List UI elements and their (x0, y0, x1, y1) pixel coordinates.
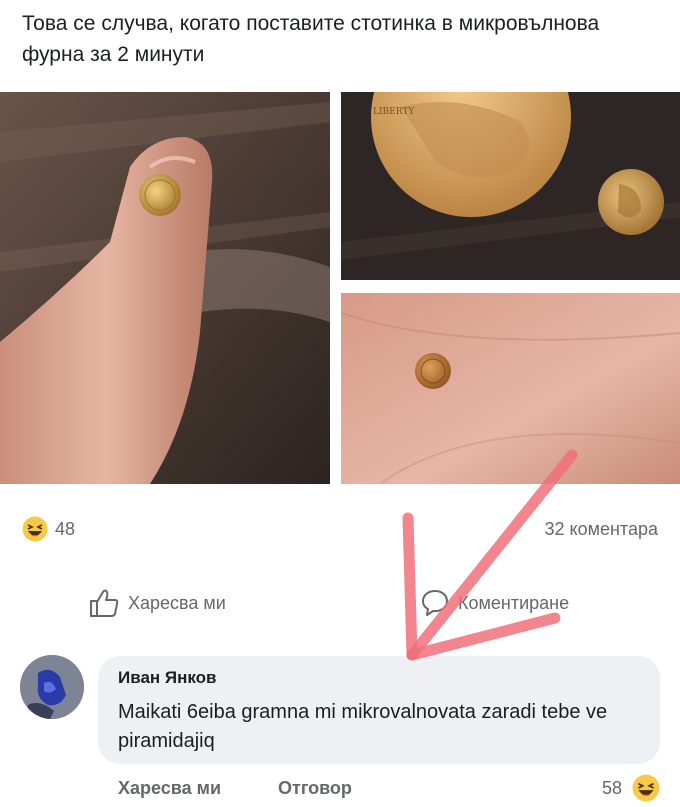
haha-emoji-icon[interactable] (632, 774, 660, 802)
actions-row: Харесва ми Коментиране (0, 585, 680, 625)
comment-author[interactable]: Иван Янков (118, 668, 217, 688)
comments-count[interactable]: 32 коментара (544, 519, 658, 540)
comment-bubble: Иван Янков Maikati 6eiba gramna mi mikro… (98, 656, 660, 764)
like-label: Харесва ми (128, 592, 226, 613)
comment-text: Maikati 6eiba gramna mi mikrovalnovata z… (118, 701, 608, 752)
reactions-row: 48 32 коментара (0, 512, 680, 548)
comment-reaction-count[interactable]: 58 (602, 778, 622, 799)
thumbs-up-icon (88, 588, 120, 618)
svg-text:LIBERTY: LIBERTY (373, 107, 415, 117)
comment-button[interactable]: Коментиране (420, 585, 569, 621)
photo-penny-and-tiny-coin-on-table[interactable]: LIBERTY (341, 92, 680, 280)
photo-tiny-coin-on-palm[interactable] (341, 293, 680, 484)
photo-grid: LIBERTY (0, 92, 680, 484)
comment-reply-link[interactable]: Отговор (278, 778, 352, 799)
post-text: Това се случва, когато поставите стотинк… (22, 12, 600, 66)
haha-emoji-icon[interactable] (22, 516, 48, 542)
avatar[interactable] (20, 655, 84, 719)
like-button[interactable]: Харесва ми (88, 585, 226, 621)
photo-finger-with-tiny-coin[interactable] (0, 92, 330, 484)
comment-like-link[interactable]: Харесва ми (118, 778, 221, 799)
speech-bubble-icon (420, 588, 450, 618)
reaction-count[interactable]: 48 (55, 519, 75, 540)
comment-label: Коментиране (458, 592, 570, 613)
